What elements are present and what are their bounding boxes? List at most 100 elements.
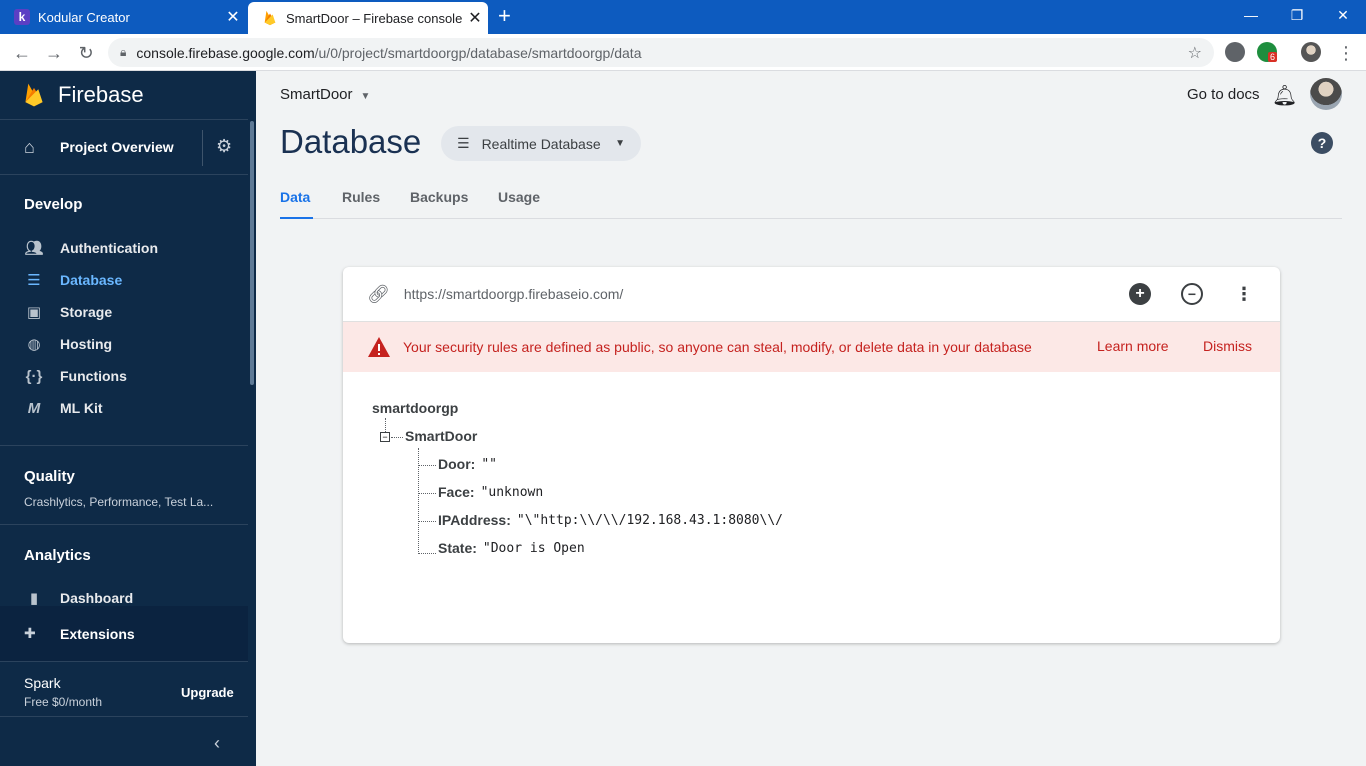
browser-menu-icon[interactable]: ⋮ — [1334, 41, 1358, 65]
warning-icon — [368, 337, 390, 357]
tab-backups[interactable]: Backups — [410, 189, 468, 205]
bar-chart-icon: ▮ — [29, 590, 39, 607]
sidebar-item-functions[interactable]: {·} Functions — [24, 360, 127, 392]
divider — [0, 661, 248, 662]
notifications-bell-icon[interactable]: 🔔︎ — [1272, 83, 1297, 108]
page-title: Database — [280, 123, 422, 160]
sidebar-scrollbar[interactable] — [250, 121, 254, 385]
sidebar-item-database[interactable]: ☰ Database — [24, 264, 122, 296]
tree-connector — [418, 448, 419, 554]
field-value: "unknown — [480, 484, 544, 500]
tree-node-smartdoor[interactable]: SmartDoor — [405, 428, 477, 444]
kodular-icon: k — [14, 9, 30, 25]
forward-button[interactable]: → — [42, 41, 66, 65]
browser-toolbar: ← → ↻ 🔒︎ console.firebase.google.com/u/0… — [0, 34, 1366, 71]
database-type-select[interactable]: ☰ Realtime Database ▼ — [441, 126, 641, 161]
firebase-logo[interactable]: Firebase — [0, 71, 256, 119]
project-overview-link[interactable]: ⌂ Project Overview ⚙ — [0, 119, 248, 175]
project-name: SmartDoor — [280, 86, 353, 103]
caret-down-icon: ▼ — [360, 91, 371, 102]
extension-icon[interactable] — [1225, 42, 1245, 62]
sidebar-item-label: Functions — [60, 368, 127, 384]
new-tab-button[interactable]: + — [498, 5, 511, 27]
field-value: "\"http:\\/\\/192.168.43.1:8080\\/ — [516, 512, 783, 528]
database-url[interactable]: https://smartdoorgp.firebaseio.com/ — [404, 286, 623, 302]
avatar[interactable] — [1310, 78, 1342, 110]
section-develop[interactable]: Develop — [24, 196, 82, 213]
sidebar-item-authentication[interactable]: 👥︎ Authentication — [24, 232, 158, 264]
divider — [0, 445, 248, 446]
tree-field-door[interactable]: Door: "" — [438, 456, 497, 472]
section-quality[interactable]: Quality — [24, 468, 75, 485]
tree-node-key: SmartDoor — [405, 428, 478, 444]
brand-name: Firebase — [58, 82, 144, 107]
help-icon[interactable]: ? — [1311, 132, 1333, 154]
project-overview-label: Project Overview — [60, 139, 174, 155]
gear-icon[interactable]: ⚙ — [216, 136, 232, 157]
sidebar-item-hosting[interactable]: ◍ Hosting — [24, 328, 112, 360]
divider — [0, 524, 248, 525]
more-vert-icon[interactable]: ⋮ — [1233, 283, 1255, 305]
collapse-sidebar-icon[interactable]: ‹ — [214, 733, 220, 754]
badge-count: 6 — [1267, 52, 1277, 62]
sidebar-item-storage[interactable]: ▣ Storage — [24, 296, 112, 328]
firebase-icon — [25, 83, 43, 107]
extension-badge-icon[interactable]: 6 — [1257, 42, 1277, 62]
firebase-icon — [262, 10, 278, 26]
plan-name: Spark — [24, 675, 61, 691]
add-icon[interactable]: + — [1129, 283, 1151, 305]
upgrade-button[interactable]: Upgrade — [181, 685, 234, 700]
link-icon: 🔗︎ — [367, 283, 390, 304]
active-tab-indicator — [280, 217, 313, 219]
tree-field-ipaddress[interactable]: IPAddress: "\"http:\\/\\/192.168.43.1:80… — [438, 512, 783, 528]
sidebar-item-label: Authentication — [60, 240, 158, 256]
tree-connector — [385, 418, 386, 432]
extensions-link[interactable]: ✚ Extensions — [0, 606, 248, 661]
sidebar-item-label: Database — [60, 272, 123, 288]
restore-button[interactable]: ❐ — [1274, 0, 1320, 30]
minimize-button[interactable]: — — [1228, 0, 1274, 30]
tree-root-key: smartdoorgp — [372, 400, 459, 416]
tab-usage[interactable]: Usage — [498, 189, 540, 205]
security-alert: Your security rules are defined as publi… — [343, 322, 1280, 372]
database-icon: ☰ — [457, 135, 470, 151]
section-analytics[interactable]: Analytics — [24, 547, 91, 564]
tab-data[interactable]: Data — [280, 189, 310, 205]
field-key: IPAddress: — [438, 512, 511, 528]
window-close-button[interactable]: ✕ — [1320, 0, 1366, 30]
close-icon[interactable]: ✕ — [462, 8, 488, 28]
dismiss-button[interactable]: Dismiss — [1203, 338, 1252, 354]
divider — [0, 716, 248, 717]
address-bar[interactable]: 🔒︎ console.firebase.google.com/u/0/proje… — [108, 38, 1214, 67]
project-selector[interactable]: SmartDoor ▼ — [280, 86, 370, 103]
field-key: State: — [438, 540, 477, 556]
mlkit-icon: M — [27, 399, 41, 417]
tab-rules[interactable]: Rules — [342, 189, 380, 205]
remove-icon[interactable]: − — [1181, 283, 1203, 305]
back-button[interactable]: ← — [10, 41, 34, 65]
database-type-label: Realtime Database — [481, 135, 601, 152]
main-content: SmartDoor ▼ Go to docs 🔔︎ Database ☰ Real… — [256, 71, 1366, 766]
database-icon: ☰ — [27, 272, 41, 289]
tree-field-face[interactable]: Face: "unknown — [438, 484, 543, 500]
field-key: Face: — [438, 484, 475, 500]
reload-button[interactable]: ↻ — [74, 41, 98, 65]
tree-root[interactable]: smartdoorgp — [372, 400, 458, 416]
learn-more-link[interactable]: Learn more — [1097, 338, 1169, 354]
bookmark-star-icon[interactable]: ☆ — [1188, 43, 1202, 63]
home-icon: ⌂ — [24, 136, 35, 157]
close-icon[interactable]: ✕ — [220, 7, 246, 27]
go-to-docs-link[interactable]: Go to docs — [1187, 86, 1260, 103]
sidebar-item-label: ML Kit — [60, 400, 103, 416]
collapse-toggle-icon[interactable]: − — [380, 432, 390, 442]
sidebar-item-ml-kit[interactable]: M ML Kit — [24, 392, 103, 424]
tab-firebase[interactable]: SmartDoor – Firebase console ✕ — [248, 2, 488, 34]
people-icon: 👥︎ — [24, 240, 44, 257]
profile-avatar[interactable] — [1301, 42, 1321, 62]
globe-icon: ◍ — [27, 336, 41, 353]
divider — [202, 130, 203, 166]
tree-field-state[interactable]: State: "Door is Open — [438, 540, 585, 556]
tab-kodular[interactable]: k Kodular Creator ✕ — [0, 0, 246, 34]
plan-price: Free $0/month — [24, 695, 103, 709]
card-header: 🔗︎ https://smartdoorgp.firebaseio.com/ +… — [343, 267, 1280, 322]
